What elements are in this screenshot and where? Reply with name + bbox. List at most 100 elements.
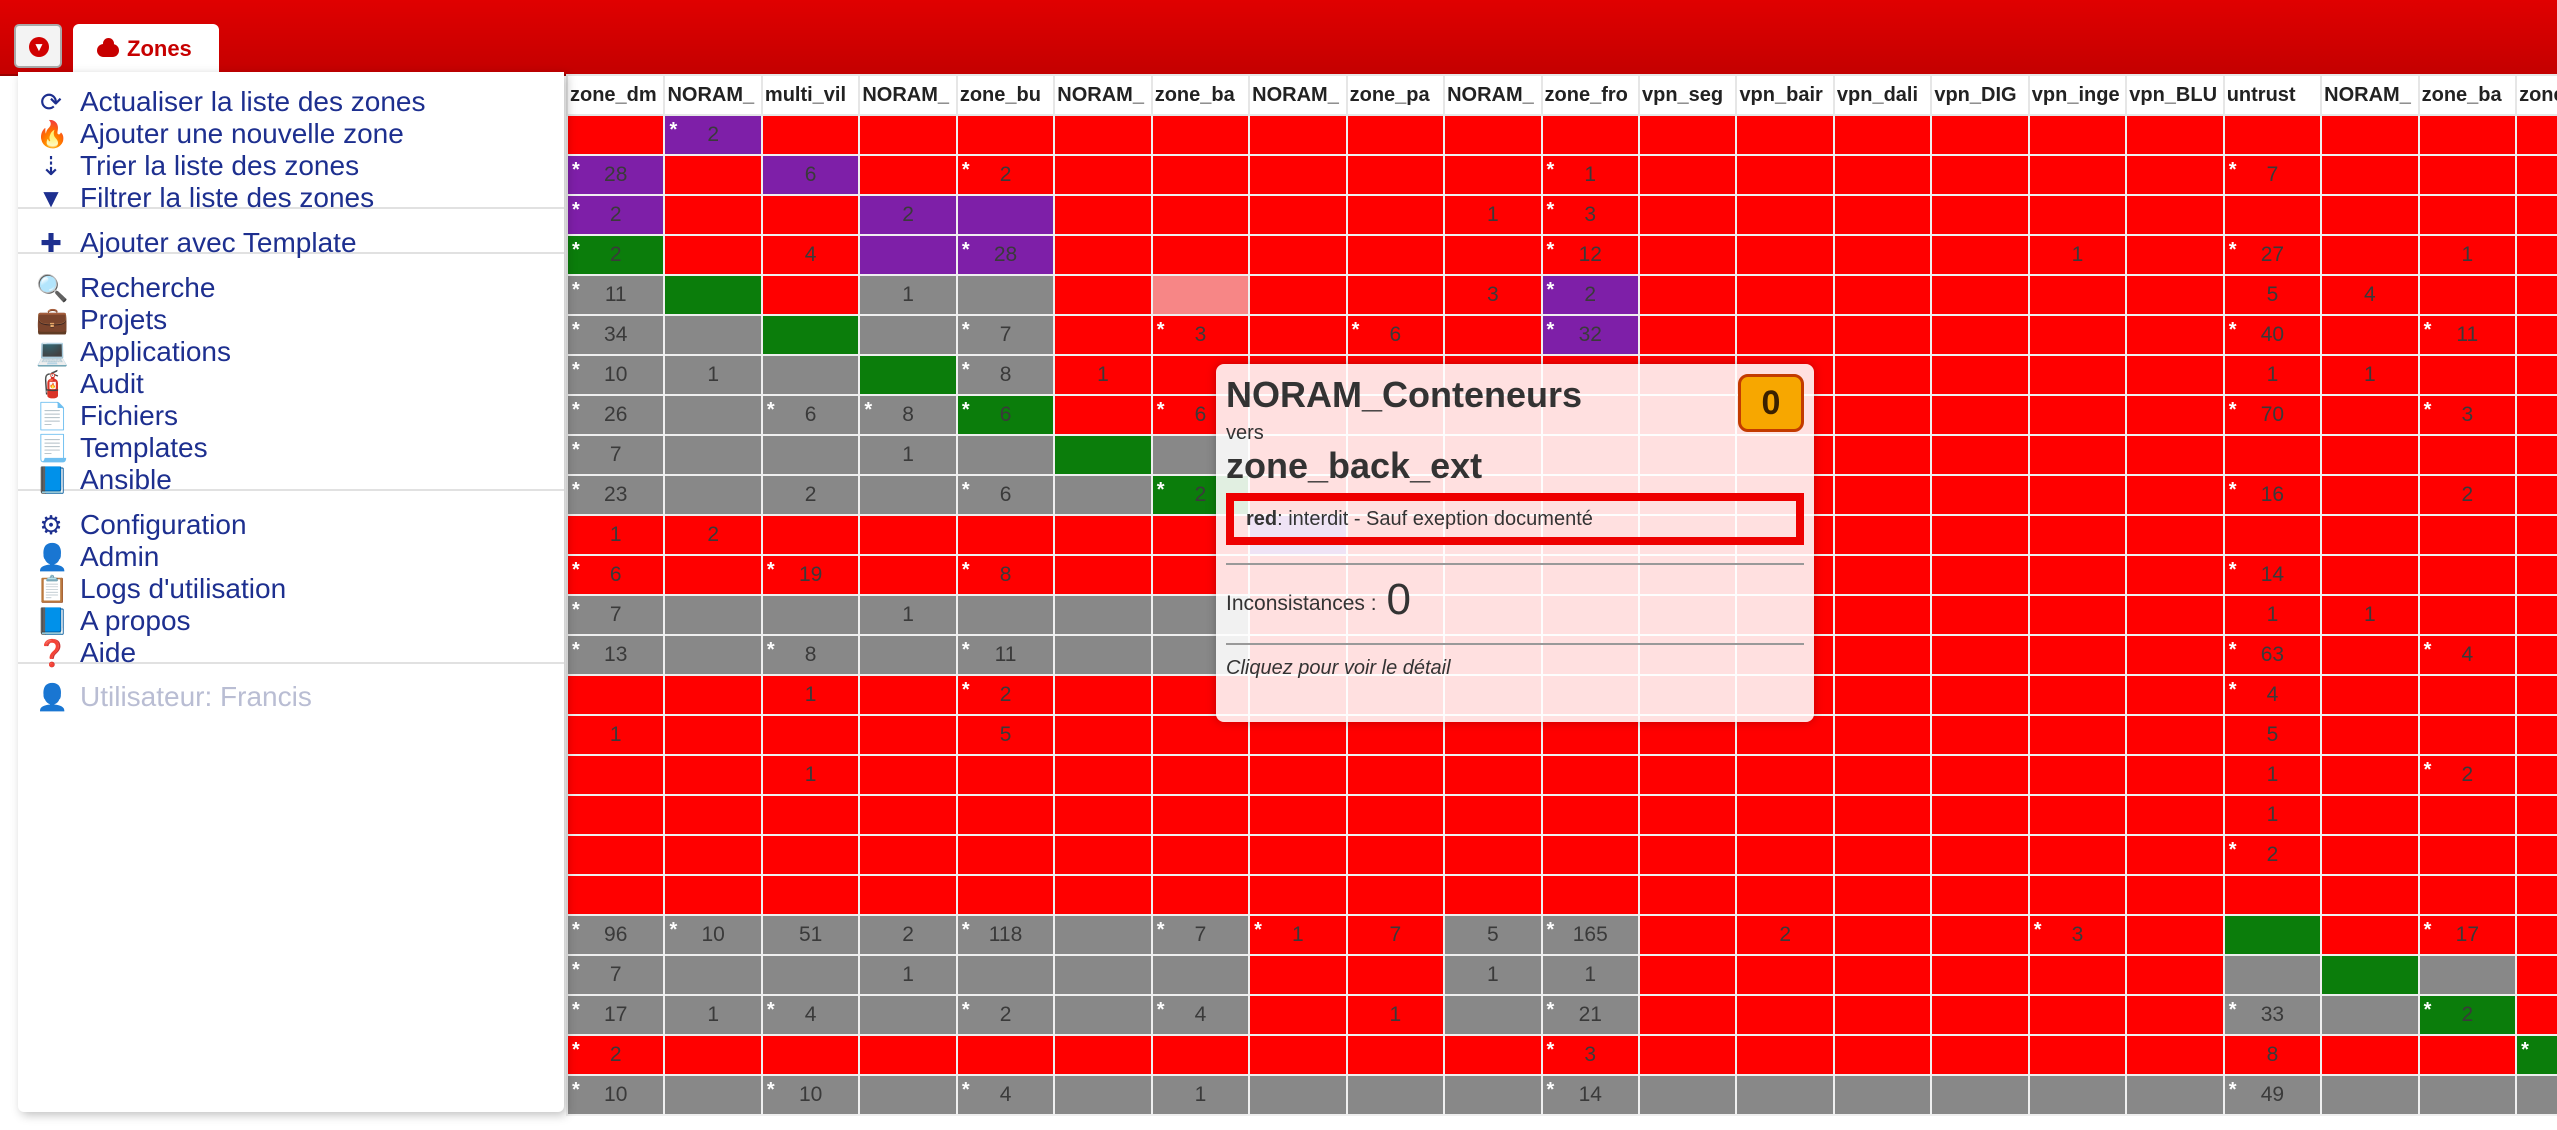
matrix-cell[interactable]: *2 <box>2515 1034 2557 1076</box>
matrix-cell[interactable] <box>1735 1034 1835 1076</box>
matrix-cell[interactable] <box>2320 314 2420 356</box>
matrix-cell[interactable]: * 40 <box>2222 314 2323 356</box>
matrix-cell[interactable] <box>1637 234 1738 276</box>
matrix-cell[interactable] <box>1150 874 1251 916</box>
matrix-cell[interactable] <box>1053 154 1153 196</box>
matrix-cell[interactable] <box>2417 594 2518 636</box>
matrix-cell[interactable]: 1 <box>2320 354 2420 396</box>
column-header[interactable]: zone_dm <box>566 74 666 116</box>
matrix-cell[interactable] <box>2515 554 2557 596</box>
matrix-cell[interactable]: *2 <box>955 674 1056 716</box>
matrix-cell[interactable] <box>1150 794 1251 836</box>
matrix-cell[interactable]: * 118 <box>955 914 1056 956</box>
matrix-cell[interactable]: * 7 <box>2222 154 2323 196</box>
matrix-cell[interactable]: *2 <box>2417 754 2518 796</box>
matrix-cell[interactable] <box>663 634 763 676</box>
column-header[interactable]: zone_ba <box>1150 74 1251 116</box>
matrix-cell[interactable] <box>2125 794 2225 836</box>
matrix-cell[interactable] <box>2125 994 2225 1036</box>
matrix-cell[interactable] <box>1637 314 1738 356</box>
matrix-cell[interactable] <box>2027 1074 2128 1116</box>
matrix-cell[interactable] <box>2125 154 2225 196</box>
matrix-cell[interactable] <box>955 594 1056 636</box>
column-header[interactable]: zone_pa <box>1345 74 1446 116</box>
matrix-cell[interactable] <box>2222 434 2323 476</box>
matrix-cell[interactable] <box>2027 434 2128 476</box>
matrix-cell[interactable] <box>1930 1074 2030 1116</box>
matrix-cell[interactable] <box>1637 114 1738 156</box>
matrix-cell[interactable] <box>2125 674 2225 716</box>
matrix-cell[interactable] <box>1930 354 2030 396</box>
matrix-cell[interactable]: *2 <box>955 154 1056 196</box>
matrix-cell[interactable] <box>1345 834 1446 876</box>
matrix-cell[interactable]: 1 <box>1443 954 1543 996</box>
matrix-cell[interactable] <box>1930 914 2030 956</box>
matrix-cell[interactable] <box>1540 874 1640 916</box>
matrix-cell[interactable]: 1 <box>2027 234 2128 276</box>
matrix-cell[interactable]: 5 <box>1443 914 1543 956</box>
matrix-cell[interactable] <box>663 314 763 356</box>
matrix-cell[interactable] <box>2125 474 2225 516</box>
matrix-cell[interactable] <box>1832 794 1933 836</box>
matrix-cell[interactable] <box>1637 874 1738 916</box>
matrix-cell[interactable] <box>2027 554 2128 596</box>
matrix-cell[interactable]: 1 <box>858 594 958 636</box>
menu-item[interactable]: ❓ Aide <box>36 633 136 673</box>
matrix-cell[interactable] <box>2125 114 2225 156</box>
matrix-cell[interactable] <box>1930 474 2030 516</box>
matrix-cell[interactable] <box>1930 434 2030 476</box>
matrix-cell[interactable] <box>2027 834 2128 876</box>
matrix-cell[interactable] <box>2320 234 2420 276</box>
matrix-cell[interactable] <box>1930 634 2030 676</box>
matrix-cell[interactable] <box>1637 834 1738 876</box>
matrix-cell[interactable]: *2 <box>663 114 763 156</box>
matrix-cell[interactable]: 4 <box>760 234 861 276</box>
matrix-cell[interactable] <box>2417 714 2518 756</box>
matrix-cell[interactable] <box>1345 1074 1446 1116</box>
matrix-cell[interactable] <box>2125 954 2225 996</box>
matrix-cell[interactable]: * 28 <box>955 234 1056 276</box>
matrix-cell[interactable] <box>2417 794 2518 836</box>
menu-toggle-button[interactable]: ▼ <box>14 24 62 68</box>
matrix-cell[interactable] <box>1930 314 2030 356</box>
matrix-cell[interactable] <box>2125 554 2225 596</box>
column-header[interactable]: vpn_BLU <box>2125 74 2225 116</box>
matrix-cell[interactable]: 1 <box>2222 794 2323 836</box>
matrix-cell[interactable] <box>1248 274 1348 316</box>
matrix-cell[interactable] <box>663 874 763 916</box>
matrix-cell[interactable] <box>2515 754 2557 796</box>
matrix-cell[interactable] <box>1345 274 1446 316</box>
matrix-cell[interactable] <box>1735 1074 1835 1116</box>
matrix-cell[interactable] <box>1150 954 1251 996</box>
matrix-cell[interactable] <box>1443 154 1543 196</box>
matrix-cell[interactable]: * 16 <box>2222 474 2323 516</box>
matrix-cell[interactable] <box>2320 794 2420 836</box>
matrix-cell[interactable]: * 34 <box>566 314 666 356</box>
matrix-cell[interactable] <box>2417 674 2518 716</box>
matrix-cell[interactable]: 1 <box>663 354 763 396</box>
matrix-cell[interactable] <box>858 1034 958 1076</box>
matrix-cell[interactable]: 4 <box>2320 274 2420 316</box>
matrix-cell[interactable] <box>663 834 763 876</box>
matrix-cell[interactable]: 1 <box>1150 1074 1251 1116</box>
matrix-cell[interactable] <box>858 514 958 556</box>
matrix-cell[interactable] <box>2125 1034 2225 1076</box>
matrix-cell[interactable]: 1 <box>566 514 666 556</box>
matrix-cell[interactable] <box>858 114 958 156</box>
matrix-cell[interactable] <box>2417 1074 2518 1116</box>
matrix-cell[interactable] <box>760 274 861 316</box>
matrix-cell[interactable] <box>2027 114 2128 156</box>
matrix-cell[interactable] <box>1832 754 1933 796</box>
matrix-cell[interactable]: * 14 <box>2222 554 2323 596</box>
matrix-cell[interactable] <box>2222 114 2323 156</box>
matrix-cell[interactable] <box>858 354 958 396</box>
matrix-cell[interactable] <box>2027 194 2128 236</box>
matrix-cell[interactable]: * 13 <box>566 634 666 676</box>
matrix-cell[interactable] <box>566 114 666 156</box>
matrix-cell[interactable] <box>2125 514 2225 556</box>
column-header[interactable]: NORAM_ <box>1248 74 1348 116</box>
matrix-cell[interactable] <box>1637 794 1738 836</box>
matrix-cell[interactable] <box>2125 834 2225 876</box>
matrix-cell[interactable]: * 10 <box>566 1074 666 1116</box>
matrix-cell[interactable] <box>858 874 958 916</box>
